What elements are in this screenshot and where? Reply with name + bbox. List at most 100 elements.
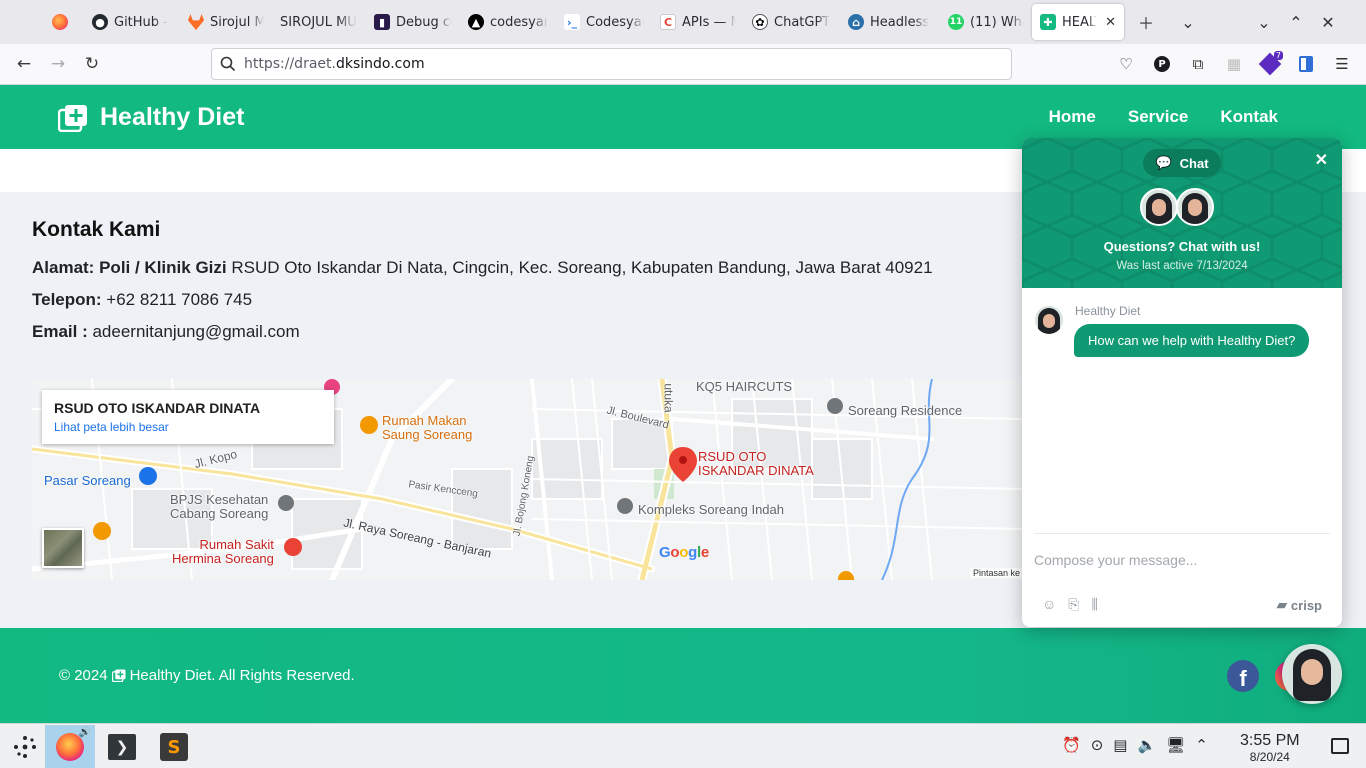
extension-badge-icon[interactable]: 7	[1254, 48, 1286, 80]
firefox-taskbar-icon[interactable]: 🔊	[45, 725, 95, 768]
tab-headless[interactable]: ⌂ Headless	[840, 4, 940, 40]
window-close-button[interactable]: ✕	[1312, 6, 1344, 38]
clock[interactable]: 3:55 PM 8/20/24	[1240, 732, 1300, 764]
chat-last-active: Was last active 7/13/2024	[1116, 260, 1248, 272]
maximize-button[interactable]: ⌃	[1280, 6, 1312, 38]
avatar	[1033, 304, 1065, 336]
email-label: Email :	[32, 322, 88, 341]
crisp-label: crisp	[1290, 597, 1322, 613]
minimize-button[interactable]: ⌄	[1248, 6, 1280, 38]
copyright-text: Healthy Diet. All Rights Reserved.	[129, 667, 355, 684]
sublime-taskbar-icon[interactable]: S	[149, 725, 199, 768]
tray-expand-icon[interactable]: ⌃	[1195, 736, 1208, 754]
tab-debug[interactable]: ▮ Debug co	[366, 4, 460, 40]
notifications-icon[interactable]: ⏰	[1062, 736, 1081, 754]
sidebar-icon[interactable]	[1290, 48, 1322, 80]
map-shortcuts-link[interactable]: Pintasan ke	[970, 568, 1024, 578]
pocket-icon[interactable]: ♡	[1110, 48, 1142, 80]
compose-input[interactable]	[1034, 552, 1314, 568]
tab-firefox[interactable]	[44, 4, 84, 40]
brand[interactable]: Healthy Diet	[57, 103, 244, 132]
url-bar[interactable]: https://draet.dksindo.com	[211, 48, 1012, 80]
search-icon	[220, 56, 236, 72]
extension-badge: 7	[1273, 51, 1283, 60]
menu-icon[interactable]: ☰	[1326, 48, 1358, 80]
satellite-toggle[interactable]	[42, 528, 84, 568]
profile-icon[interactable]: P	[1146, 48, 1178, 80]
tab-title: HEALT	[1062, 14, 1097, 30]
headless-icon: ⌂	[848, 14, 864, 30]
crisp-branding[interactable]: ▰ crisp	[1277, 597, 1322, 613]
tab-codesyar[interactable]: ▲ codesyar	[460, 4, 556, 40]
forward-icon[interactable]: →	[41, 47, 75, 81]
brand-logo-icon	[111, 669, 126, 682]
embedded-map[interactable]: RSUD OTO ISKANDAR DINATA Lihat peta lebi…	[32, 379, 1024, 580]
tab-whatsapp[interactable]: 11 (11) Wha	[940, 4, 1032, 40]
extension-grid-icon[interactable]: ▦	[1218, 48, 1250, 80]
emoji-icon[interactable]: ☺	[1042, 596, 1056, 613]
back-icon[interactable]: ←	[7, 47, 41, 81]
map-label-rumah-makan: Rumah Makan Saung Soreang	[382, 414, 472, 442]
nav-home-link[interactable]: Home	[1049, 107, 1096, 127]
chat-compose	[1034, 533, 1330, 570]
label-line: BPJS Kesehatan	[170, 492, 269, 507]
tab-healthy-diet[interactable]: ✚ HEALT ✕	[1032, 4, 1124, 40]
facebook-icon[interactable]: f	[1227, 660, 1259, 692]
browser-toolbar: ← → ↻ https://draet.dksindo.com ♡ P ⧉ ▦ …	[0, 44, 1366, 85]
terminal-taskbar-icon[interactable]: ❯	[97, 725, 147, 768]
tab-codesyar-2[interactable]: ›_ Codesyar	[556, 4, 652, 40]
app-launcher-icon[interactable]	[0, 725, 50, 768]
chat-launcher-avatar[interactable]	[1282, 644, 1342, 704]
new-tab-button[interactable]: ＋	[1130, 6, 1162, 38]
phone-value: +62 8211 7086 745	[101, 290, 253, 309]
extensions-icon[interactable]: ⧉	[1182, 48, 1214, 80]
network-icon[interactable]: 🖥	[1166, 736, 1185, 754]
chat-tab[interactable]: 💬 Chat	[1143, 149, 1221, 177]
tab-sirojul[interactable]: SIROJUL MU	[272, 4, 366, 40]
avatar	[1176, 188, 1214, 226]
tab-apis[interactable]: C APIs — M	[652, 4, 744, 40]
tab-chatgpt[interactable]: ✿ ChatGPT	[744, 4, 840, 40]
show-desktop-icon[interactable]	[1331, 738, 1349, 754]
message-sender: Healthy Diet	[1075, 304, 1141, 318]
map-label-pasar: Pasar Soreang	[44, 473, 131, 488]
chat-messages: Healthy Diet How can we help with Health…	[1022, 288, 1342, 534]
avatar	[1140, 188, 1178, 226]
list-tabs-button[interactable]: ⌄	[1172, 6, 1204, 38]
label-line: Rumah Sakit	[199, 537, 274, 552]
contact-heading: Kontak Kami	[32, 218, 161, 241]
clock-time: 3:55 PM	[1240, 732, 1300, 749]
label-line: RSUD OTO	[698, 449, 767, 464]
contact-address: Alamat: Poli / Klinik Gizi RSUD Oto Iska…	[32, 258, 1032, 278]
tab-github[interactable]: ● GitHub -	[84, 4, 180, 40]
logo-letter: e	[700, 544, 709, 561]
clipboard-icon[interactable]: ▤	[1113, 736, 1127, 754]
browser-tab-strip: ● GitHub - Sirojul M SIROJUL MU ▮ Debug …	[0, 0, 1366, 44]
contact-phone: Telepon: +62 8211 7086 745	[32, 290, 1032, 310]
apis-icon: C	[660, 14, 676, 30]
nav-kontak-link[interactable]: Kontak	[1220, 107, 1278, 127]
close-icon[interactable]: ✕	[1315, 150, 1328, 170]
url-host: dksindo.com	[335, 56, 425, 72]
map-label-kompleks: Kompleks Soreang Indah	[638, 502, 784, 517]
tab-gitlab[interactable]: Sirojul M	[180, 4, 272, 40]
chatgpt-icon: ✿	[752, 14, 768, 30]
volume-icon[interactable]: 🔈	[1137, 736, 1156, 754]
chat-widget: 💬 Chat ✕ Questions? Chat with us! Was la…	[1022, 138, 1342, 627]
system-tray: ⏰ ⊙ ▤ 🔈 🖥 ⌃	[1062, 736, 1208, 754]
view-larger-map-link[interactable]: Lihat peta lebih besar	[54, 420, 322, 434]
label-line: Hermina Soreang	[172, 551, 274, 566]
audio-icon[interactable]: ⫼	[1092, 596, 1098, 613]
map-label-haircuts: KQ5 HAIRCUTS	[696, 379, 793, 394]
map-label-utuka: utuka	[661, 383, 676, 413]
updates-icon[interactable]: ⊙	[1091, 736, 1104, 754]
tab-title: Debug co	[396, 14, 452, 30]
nav-service-link[interactable]: Service	[1128, 107, 1189, 127]
address-text: RSUD Oto Iskandar Di Nata, Cingcin, Kec.…	[226, 258, 933, 277]
reload-icon[interactable]: ↻	[75, 47, 109, 81]
tab-title: ChatGPT	[774, 14, 831, 30]
attachment-icon[interactable]: ⎘	[1068, 596, 1079, 613]
contact-email: Email : adeernitanjung@gmail.com	[32, 322, 1032, 342]
close-tab-icon[interactable]: ✕	[1105, 15, 1116, 30]
map-label-bpjs: BPJS Kesehatan Cabang Soreang	[170, 493, 268, 521]
